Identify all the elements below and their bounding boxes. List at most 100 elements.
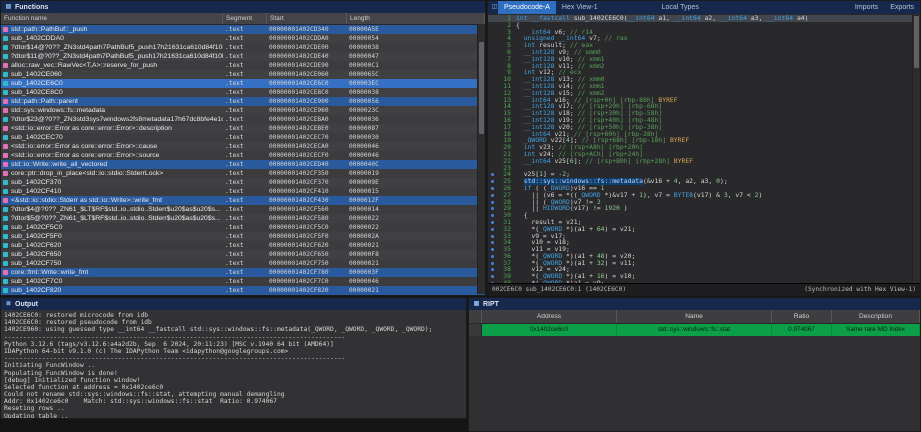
- code-line[interactable]: 4 unsigned __int64 v7; // rax: [488, 35, 920, 42]
- code-line[interactable]: 30 {: [488, 212, 920, 219]
- code-line[interactable]: 7 __int128 v10; // xmm1: [488, 56, 920, 63]
- code-line[interactable]: 38 v12 = v24;: [488, 266, 920, 273]
- match-titlebar[interactable]: ▦ RIPT: [469, 298, 920, 310]
- column-header[interactable]: Segment: [223, 13, 267, 24]
- code-line[interactable]: 36 *(_QWORD *)(a1 + 48) = v20;: [488, 253, 920, 260]
- code-line[interactable]: 25 std::sys::windows::fs::metadata(&v16 …: [488, 178, 920, 185]
- code-line[interactable]: 21 int v24; // [rsp+ACh] [rbp+24h]: [488, 151, 920, 158]
- functions-scrollbar[interactable]: [477, 24, 485, 294]
- function-name: std::sys::windows::fs::metadata: [11, 107, 223, 114]
- tab-hex-view-1[interactable]: Hex View-1: [556, 1, 604, 14]
- function-row[interactable]: sub_1402CE6C0.text00000001402CE6C0000003…: [1, 79, 485, 88]
- function-row[interactable]: std::path::PathBuf::_push.text0000000140…: [1, 25, 485, 34]
- function-name: ?dtor$23@?0??_ZN3std3sys7windows2fs8meta…: [11, 116, 223, 123]
- code-line[interactable]: 18 __int64 v21; // [rsp+60h] [rbp-28h]: [488, 131, 920, 138]
- function-row[interactable]: sub_1402CF5F0.text00000001402CF5F0000000…: [1, 232, 485, 241]
- function-segment: .text: [223, 35, 267, 42]
- code-line[interactable]: 12 __int128 v15; // xmm2: [488, 90, 920, 97]
- code-line[interactable]: 31 result = v21;: [488, 219, 920, 226]
- code-line[interactable]: 2{: [488, 22, 920, 29]
- function-row[interactable]: sub_1402CF370.text00000001402CF370000000…: [1, 178, 485, 187]
- tab-pseudocode-a[interactable]: Pseudocode-A: [498, 1, 556, 14]
- code-line[interactable]: 10 __int128 v13; // xmm0: [488, 76, 920, 83]
- pseudocode-scrollbar-thumb[interactable]: [914, 16, 919, 68]
- function-row[interactable]: <std::io::error::Error as core::error::E…: [1, 124, 485, 133]
- code-line[interactable]: 3 __int64 v6; // r14: [488, 29, 920, 36]
- code-line[interactable]: 35 v11 = v19;: [488, 246, 920, 253]
- code-line[interactable]: 8 __int128 v11; // xmm2: [488, 63, 920, 70]
- function-row[interactable]: sub_1402CF650.text00000001402CF650000000…: [1, 250, 485, 259]
- function-row[interactable]: std::io::Write::write_all_vectored.text0…: [1, 160, 485, 169]
- function-row[interactable]: sub_1402CF820.text00000001402CF820000000…: [1, 286, 485, 295]
- code-line[interactable]: 32 *(_QWORD *)(a1 + 64) = v21;: [488, 226, 920, 233]
- code-line[interactable]: 19 _QWORD v22[4]; // [rsp+68h] [rbp-18h]…: [488, 137, 920, 144]
- code-line[interactable]: 14 __int128 v17; // [rsp+20h] [rbp-68h]: [488, 103, 920, 110]
- function-row[interactable]: sub_1402CE060.text00000001402CE060000006…: [1, 70, 485, 79]
- column-header[interactable]: Address: [482, 310, 617, 323]
- column-header[interactable]: Function name: [1, 13, 223, 24]
- function-row[interactable]: sub_1402CF750.text00000001402CF750000000…: [1, 259, 485, 268]
- code-line[interactable]: 28 || (_QWORD)v7 != 2: [488, 199, 920, 206]
- function-row[interactable]: <std::io::error::Error as core::error::E…: [1, 151, 485, 160]
- function-row[interactable]: core::ptr::drop_in_place<std::io::stdio:…: [1, 169, 485, 178]
- column-header[interactable]: Ratio: [772, 310, 832, 323]
- function-row[interactable]: ?dtor$23@?0??_ZN3std3sys7windows2fs8meta…: [1, 115, 485, 124]
- code-line[interactable]: 6 __int128 v9; // xmm0: [488, 49, 920, 56]
- function-row[interactable]: sub_1402CEC70.text00000001402CEC70000000…: [1, 133, 485, 142]
- tab-local-types[interactable]: Local Types: [656, 1, 705, 14]
- code-line[interactable]: 26 if ( (_DWORD)v16 == 1: [488, 185, 920, 192]
- code-text: v9 = v17;: [516, 233, 566, 240]
- code-line[interactable]: 1int __fastcall sub_1402CE6C0(__int64 a1…: [488, 15, 920, 22]
- output-titlebar[interactable]: ≣ Output: [1, 298, 466, 310]
- function-row[interactable]: sub_1402CF410.text00000001402CF410000000…: [1, 187, 485, 196]
- code-line[interactable]: 13 __int64 v16; // [rsp+0h] [rbp-88h] BY…: [488, 97, 920, 104]
- function-row[interactable]: sub_1402CDDA0.text00000001402CDDA0000000…: [1, 34, 485, 43]
- tab-exports[interactable]: Exports: [884, 1, 920, 14]
- function-row[interactable]: sub_1402CF620.text00000001402CF620000000…: [1, 241, 485, 250]
- match-row[interactable]: 0x1402ce6c0std::sys::windows::fs::stat0.…: [469, 324, 920, 336]
- match-title: RIPT: [483, 301, 499, 308]
- pseudocode-scrollbar[interactable]: [912, 14, 920, 284]
- function-row[interactable]: sub_1402CF7C0.text00000001402CF7C0000000…: [1, 277, 485, 286]
- code-line[interactable]: 37 *(_QWORD *)(a1 + 32) = v11;: [488, 260, 920, 267]
- function-row[interactable]: <&std::io::stdio::Stderr as std::io::Wri…: [1, 196, 485, 205]
- function-row[interactable]: std::sys::windows::fs::metadata.text0000…: [1, 106, 485, 115]
- function-row[interactable]: sub_1402CE8C0.text00000001402CE8C0000000…: [1, 88, 485, 97]
- code-line[interactable]: 29 || HIDWORD(v17) != 1920 ): [488, 205, 920, 212]
- function-row[interactable]: std::path::Path::parent.text00000001402C…: [1, 97, 485, 106]
- code-line[interactable]: 15 __int128 v18; // [rsp+30h] [rbp-58h]: [488, 110, 920, 117]
- function-row[interactable]: ?dtor$14@?0??_ZN3std4path7PathBuf5_push1…: [1, 43, 485, 52]
- code-line[interactable]: 23: [488, 165, 920, 172]
- function-row[interactable]: <std::io::error::Error as core::error::E…: [1, 142, 485, 151]
- function-segment: .text: [223, 206, 267, 213]
- function-row[interactable]: alloc::raw_vec::RawVec<T,A>::reserve_for…: [1, 61, 485, 70]
- function-row[interactable]: core::fmt::Write::write_fmt.text00000001…: [1, 268, 485, 277]
- function-row[interactable]: ?dtor$5@?0??_ZN61_$LT$RF$std..io..stdio.…: [1, 214, 485, 223]
- pseudocode-panel-icon: ◫: [491, 4, 498, 11]
- code-line[interactable]: 17 __int128 v20; // [rsp+50h] [rbp-38h]: [488, 124, 920, 131]
- code-line[interactable]: 33 v9 = v17;: [488, 233, 920, 240]
- code-line[interactable]: 22 __int64 v25[6]; // [rsp+B0h] [rbp+28h…: [488, 158, 920, 165]
- code-line[interactable]: 16 __int128 v19; // [rsp+40h] [rbp-48h]: [488, 117, 920, 124]
- function-row[interactable]: ?dtor$4@?0??_ZN61_$LT$RF$std..io..stdio.…: [1, 205, 485, 214]
- code-line[interactable]: 5 int result; // eax: [488, 42, 920, 49]
- output-line: Reseting rows ..: [4, 405, 463, 412]
- column-header[interactable]: Start: [267, 13, 347, 24]
- code-line[interactable]: 20 int v23; // [rsp+A8h] [rbp+20h]: [488, 144, 920, 151]
- code-line[interactable]: 27 || (v6 = *((_QWORD *)&v17 + 1), v7 = …: [488, 192, 920, 199]
- code-line[interactable]: 39 *(_QWORD *)(a1 + 16) = v10;: [488, 273, 920, 280]
- function-icon: [3, 189, 8, 194]
- column-header[interactable]: Name: [617, 310, 772, 323]
- column-header[interactable]: Description: [832, 310, 920, 323]
- breakpoint-dot-slot: [488, 137, 496, 144]
- function-row[interactable]: ?dtor$11@?0??_ZN3std4path7PathBuf5_push1…: [1, 52, 485, 61]
- function-row[interactable]: sub_1402CF5C0.text00000001402CF5C0000000…: [1, 223, 485, 232]
- code-line[interactable]: 34 v10 = v18;: [488, 239, 920, 246]
- functions-titlebar[interactable]: ▤ Functions: [1, 1, 485, 13]
- code-line[interactable]: 11 __int128 v14; // xmm1: [488, 83, 920, 90]
- column-header[interactable]: Length: [347, 13, 485, 24]
- code-line[interactable]: 24 v25[1] = -2;: [488, 171, 920, 178]
- code-line[interactable]: 9 int v12; // ecx: [488, 69, 920, 76]
- tab-imports[interactable]: Imports: [849, 1, 884, 14]
- functions-scrollbar-thumb[interactable]: [479, 42, 484, 134]
